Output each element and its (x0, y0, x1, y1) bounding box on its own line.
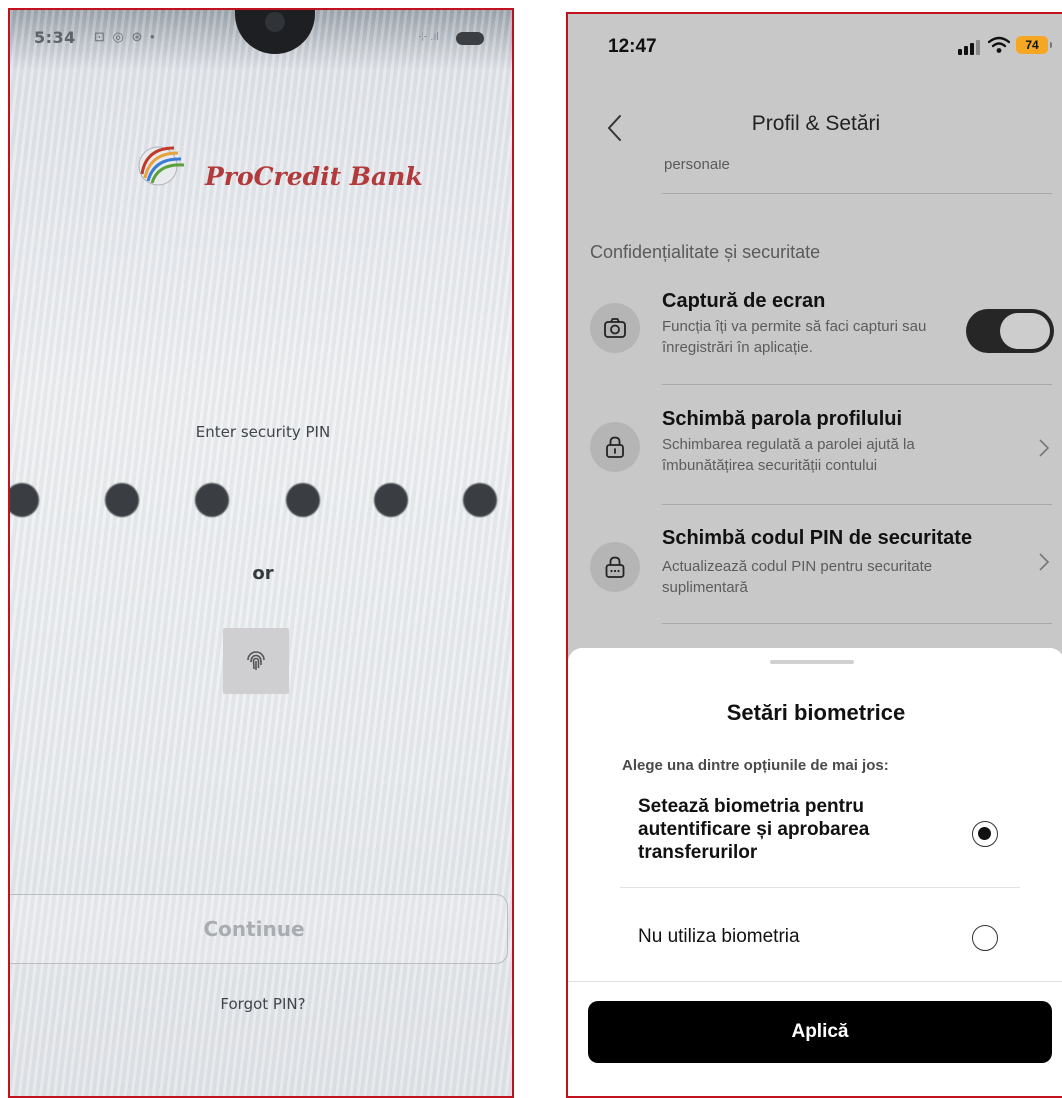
divider (662, 623, 1052, 624)
battery-icon (456, 32, 484, 45)
chevron-right-icon[interactable] (1038, 438, 1050, 458)
continue-button[interactable]: Continue (10, 894, 508, 964)
forgot-pin-link[interactable]: Forgot PIN? (10, 995, 512, 1013)
sheet-grabber[interactable] (770, 660, 854, 664)
pin-dot (463, 483, 497, 517)
camera-icon (604, 318, 626, 338)
camera-icon-container (590, 303, 640, 353)
pin-dot (195, 483, 229, 517)
pin-dot (10, 483, 39, 517)
front-camera (265, 12, 285, 32)
procredit-pin-screen: 5:34 ⊡ ◎ ⊛ • ⊹ .ıl ProCredit Bank Enter … (8, 8, 514, 1098)
wifi-icon (988, 36, 1010, 53)
change-pin-description: Actualizează codul PIN pentru securitate… (662, 558, 933, 596)
option-enable-biometrics[interactable]: Setează biometria pentru autentificare ș… (638, 795, 938, 864)
screenshot-setting-description: Funcția îți va permite să faci capturi s… (662, 318, 927, 356)
radio-disable-biometrics[interactable] (972, 925, 998, 951)
page-title: Profil & Setări (751, 112, 881, 135)
divider (568, 981, 1062, 982)
apply-button[interactable]: Aplică (588, 1001, 1052, 1063)
change-password-description: Schimbarea regulată a parolei ajută la î… (662, 436, 915, 474)
change-password-title[interactable]: Schimbă parola profilului (662, 408, 902, 431)
cellular-signal-icon (958, 40, 980, 55)
divider (662, 504, 1052, 505)
battery-icon: 74 (1016, 36, 1052, 54)
status-time: 12:47 (608, 36, 657, 57)
pin-dot (374, 483, 408, 517)
screenshot-toggle[interactable] (966, 309, 1054, 353)
pin-dot (105, 483, 139, 517)
pin-lock-icon (605, 556, 625, 578)
partial-list-item: personale (664, 160, 730, 172)
brand-name: ProCredit Bank (205, 162, 423, 191)
radio-enable-biometrics[interactable] (972, 821, 998, 847)
biometric-settings-screen: 12:47 74 Profil & Setări personale Confi… (566, 12, 1062, 1098)
signal-icon: ⊹ .ıl (418, 31, 439, 43)
chevron-right-icon[interactable] (1038, 552, 1050, 572)
divider (620, 887, 1020, 888)
sheet-subtitle: Alege una dintre opțiunile de mai jos: (622, 757, 889, 774)
screenshot-setting-title: Captură de ecran (662, 290, 826, 312)
fingerprint-button[interactable] (223, 628, 289, 694)
sheet-title: Setări biometrice (726, 700, 906, 725)
lock-icon-container (590, 422, 640, 472)
or-separator: or (252, 563, 274, 584)
procredit-logo-icon (138, 146, 185, 186)
lock-icon (606, 436, 624, 458)
section-title: Confidențialitate și securitate (590, 242, 821, 262)
change-pin-title[interactable]: Schimbă codul PIN de securitate (662, 527, 972, 550)
pin-dot (286, 483, 320, 517)
toggle-knob (1000, 313, 1050, 349)
status-notification-icons: ⊡ ◎ ⊛ • (94, 29, 157, 44)
fingerprint-icon (247, 651, 265, 670)
divider (662, 384, 1052, 385)
pin-lock-icon-container (590, 542, 640, 592)
biometric-settings-sheet: Setări biometrice Alege una dintre opțiu… (568, 648, 1062, 1096)
enter-pin-label: Enter security PIN (195, 423, 331, 441)
status-time: 5:34 (34, 28, 76, 47)
divider (662, 193, 1052, 194)
option-disable-biometrics[interactable]: Nu utiliza biometria (638, 926, 800, 948)
